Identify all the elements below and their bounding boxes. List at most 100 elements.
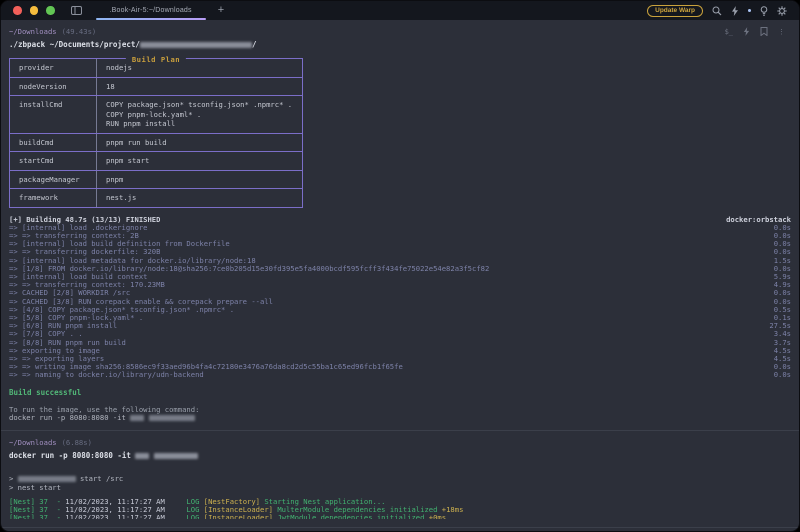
kebab-menu-icon[interactable]: ⋮	[778, 28, 785, 36]
lightning-icon[interactable]	[743, 27, 750, 36]
build-plan-value: COPY package.json* tsconfig.json* .npmrc…	[96, 96, 302, 133]
titlebar-actions: Update Warp	[647, 5, 787, 17]
build-log-line: => [4/8] COPY package.json* tsconfig.jso…	[1, 306, 799, 314]
redacted-text	[154, 453, 198, 459]
log-text: => CACHED [2/8] WORKDIR /src	[9, 289, 130, 297]
redacted-text	[140, 42, 252, 48]
build-log-line: => CACHED [3/8] RUN corepack enable && c…	[1, 298, 799, 306]
block-divider	[1, 527, 799, 528]
build-plan-row: frameworknest.js	[10, 189, 302, 207]
build-log-line: => [internal] load build definition from…	[1, 240, 799, 248]
command-text: ./zbpack ~/Documents/project/	[9, 40, 140, 49]
log-text: => => exporting layers	[9, 355, 104, 363]
build-plan-row: startCmdpnpm start	[10, 152, 302, 171]
build-plan-key: provider	[10, 59, 96, 77]
warp-terminal-window: .Book-Air-5:~/Downloads + Update Warp	[0, 0, 800, 532]
redacted-text	[130, 415, 144, 421]
command-line[interactable]: ./zbpack ~/Documents/project/ /	[1, 40, 799, 49]
log-text: => => writing image sha256:8586ec9f33aed…	[9, 363, 403, 371]
ai-lightning-icon[interactable]	[731, 6, 739, 16]
new-tab-button[interactable]: +	[218, 5, 224, 16]
terminal-content: ~/Downloads (49.43s) $_ ⋮ ./zbpack ~/Doc…	[1, 27, 799, 532]
title-bar: .Book-Air-5:~/Downloads + Update Warp	[1, 1, 799, 20]
log-text: => [6/8] RUN pnpm install	[9, 322, 117, 330]
toggle-panel-icon[interactable]	[71, 6, 82, 15]
command-text: docker run -p 8080:8080 -it	[9, 451, 135, 460]
build-log-line: => [internal] load build context5.9s	[1, 273, 799, 281]
settings-gear-icon[interactable]	[777, 6, 787, 16]
build-plan-value: 18	[96, 78, 302, 96]
build-plan-row: buildCmdpnpm run build	[10, 134, 302, 153]
log-text: => [internal] load build definition from…	[9, 240, 230, 248]
nest-elapsed: +0ms	[429, 513, 446, 519]
tab-title: .Book-Air-5:~/Downloads	[110, 7, 192, 14]
nest-prefix: [Nest] 37 -	[9, 513, 65, 519]
log-text: => [7/8] COPY . .	[9, 330, 83, 338]
build-log-header: [+] Building 48.7s (13/13) FINISHED dock…	[1, 216, 799, 224]
build-plan-row: installCmdCOPY package.json* tsconfig.js…	[10, 96, 302, 134]
redacted-text	[135, 453, 149, 459]
log-time: 0.0s	[768, 371, 791, 379]
build-log-line: => [6/8] RUN pnpm install27.5s	[1, 322, 799, 330]
search-icon[interactable]	[712, 6, 722, 16]
build-plan-key: startCmd	[10, 152, 96, 170]
docker-build-log: [+] Building 48.7s (13/13) FINISHED dock…	[1, 216, 799, 380]
build-log-line: => [7/8] COPY . .3.4s	[1, 330, 799, 338]
build-plan-key: packageManager	[10, 171, 96, 189]
block-header: ~/Downloads (6.88s)	[1, 438, 799, 447]
build-plan-key: installCmd	[10, 96, 96, 133]
command-block-zbpack: ~/Downloads (49.43s) $_ ⋮ ./zbpack ~/Doc…	[1, 27, 799, 422]
run-command-suggestion: docker run -p 8080:8080 -it	[9, 414, 791, 422]
build-plan-key: nodeVersion	[10, 78, 96, 96]
log-text: => [internal] load metadata for docker.i…	[9, 257, 256, 265]
terminal-tab[interactable]: .Book-Air-5:~/Downloads	[96, 1, 206, 20]
build-log-line: => CACHED [2/8] WORKDIR /src0.0s	[1, 289, 799, 297]
command-text-suffix: /	[252, 40, 257, 49]
build-log-line: => [5/8] COPY pnpm-lock.yaml* .0.1s	[1, 314, 799, 322]
minimize-window-button[interactable]	[30, 6, 39, 15]
command-duration: (6.88s)	[62, 438, 92, 447]
build-plan-value: pnpm start	[96, 152, 302, 170]
bookmark-icon[interactable]	[760, 27, 768, 36]
window-controls	[13, 6, 55, 15]
nest-timestamp: 11/02/2023, 11:17:27 AM	[65, 513, 165, 519]
build-log-line: => => transferring dockerfile: 320B0.0s	[1, 248, 799, 256]
terminal-prompt-icon[interactable]: $_	[725, 28, 733, 36]
build-plan-value: pnpm	[96, 171, 302, 189]
nest-log-output: [Nest] 37 - 11/02/2023, 11:17:27 AM LOG …	[1, 498, 799, 519]
nest-log-line: [Nest] 37 - 11/02/2023, 11:17:27 AM LOG …	[9, 514, 791, 519]
nest-level: LOG	[165, 513, 204, 519]
log-text: => [internal] load build context	[9, 273, 147, 281]
log-text: => [internal] load .dockerignore	[9, 224, 147, 232]
active-tab-indicator	[96, 18, 206, 20]
log-text: => => transferring dockerfile: 320B	[9, 248, 160, 256]
log-text: => => transferring context: 170.23MB	[9, 281, 165, 289]
nest-message: JwtModule dependencies initialized	[273, 513, 429, 519]
log-text: => [8/8] RUN pnpm run build	[9, 339, 126, 347]
pnpm-start-line: > start /src	[1, 475, 799, 483]
command-duration: (49.43s)	[62, 27, 97, 36]
build-log-line: => => exporting layers4.5s	[1, 355, 799, 363]
build-plan-row: packageManagerpnpm	[10, 171, 302, 190]
prompt-path: ~/Downloads	[9, 27, 57, 36]
zoom-window-button[interactable]	[46, 6, 55, 15]
prompt-path: ~/Downloads	[9, 438, 57, 447]
update-warp-button[interactable]: Update Warp	[647, 5, 703, 17]
command-line[interactable]: docker run -p 8080:8080 -it	[1, 451, 799, 460]
build-plan-title: Build Plan	[126, 55, 186, 64]
notification-dot	[748, 9, 751, 12]
command-block-docker-run: ~/Downloads (6.88s) docker run -p 8080:8…	[1, 438, 799, 518]
build-success-message: Build successful	[9, 388, 791, 397]
log-text: => [1/8] FROM docker.io/library/node:18@…	[9, 265, 489, 273]
tips-bulb-icon[interactable]	[760, 6, 768, 16]
build-log-line: => [internal] load metadata for docker.i…	[1, 257, 799, 265]
build-plan-value: nest.js	[96, 189, 302, 207]
log-text: => => naming to docker.io/library/udn-ba…	[9, 371, 204, 379]
log-text: => [5/8] COPY pnpm-lock.yaml* .	[9, 314, 143, 322]
build-plan-key: buildCmd	[10, 134, 96, 152]
redacted-text	[149, 415, 195, 421]
redacted-text	[18, 476, 76, 482]
build-plan-value: pnpm run build	[96, 134, 302, 152]
build-log-line: => => transferring context: 170.23MB4.9s	[1, 281, 799, 289]
close-window-button[interactable]	[13, 6, 22, 15]
